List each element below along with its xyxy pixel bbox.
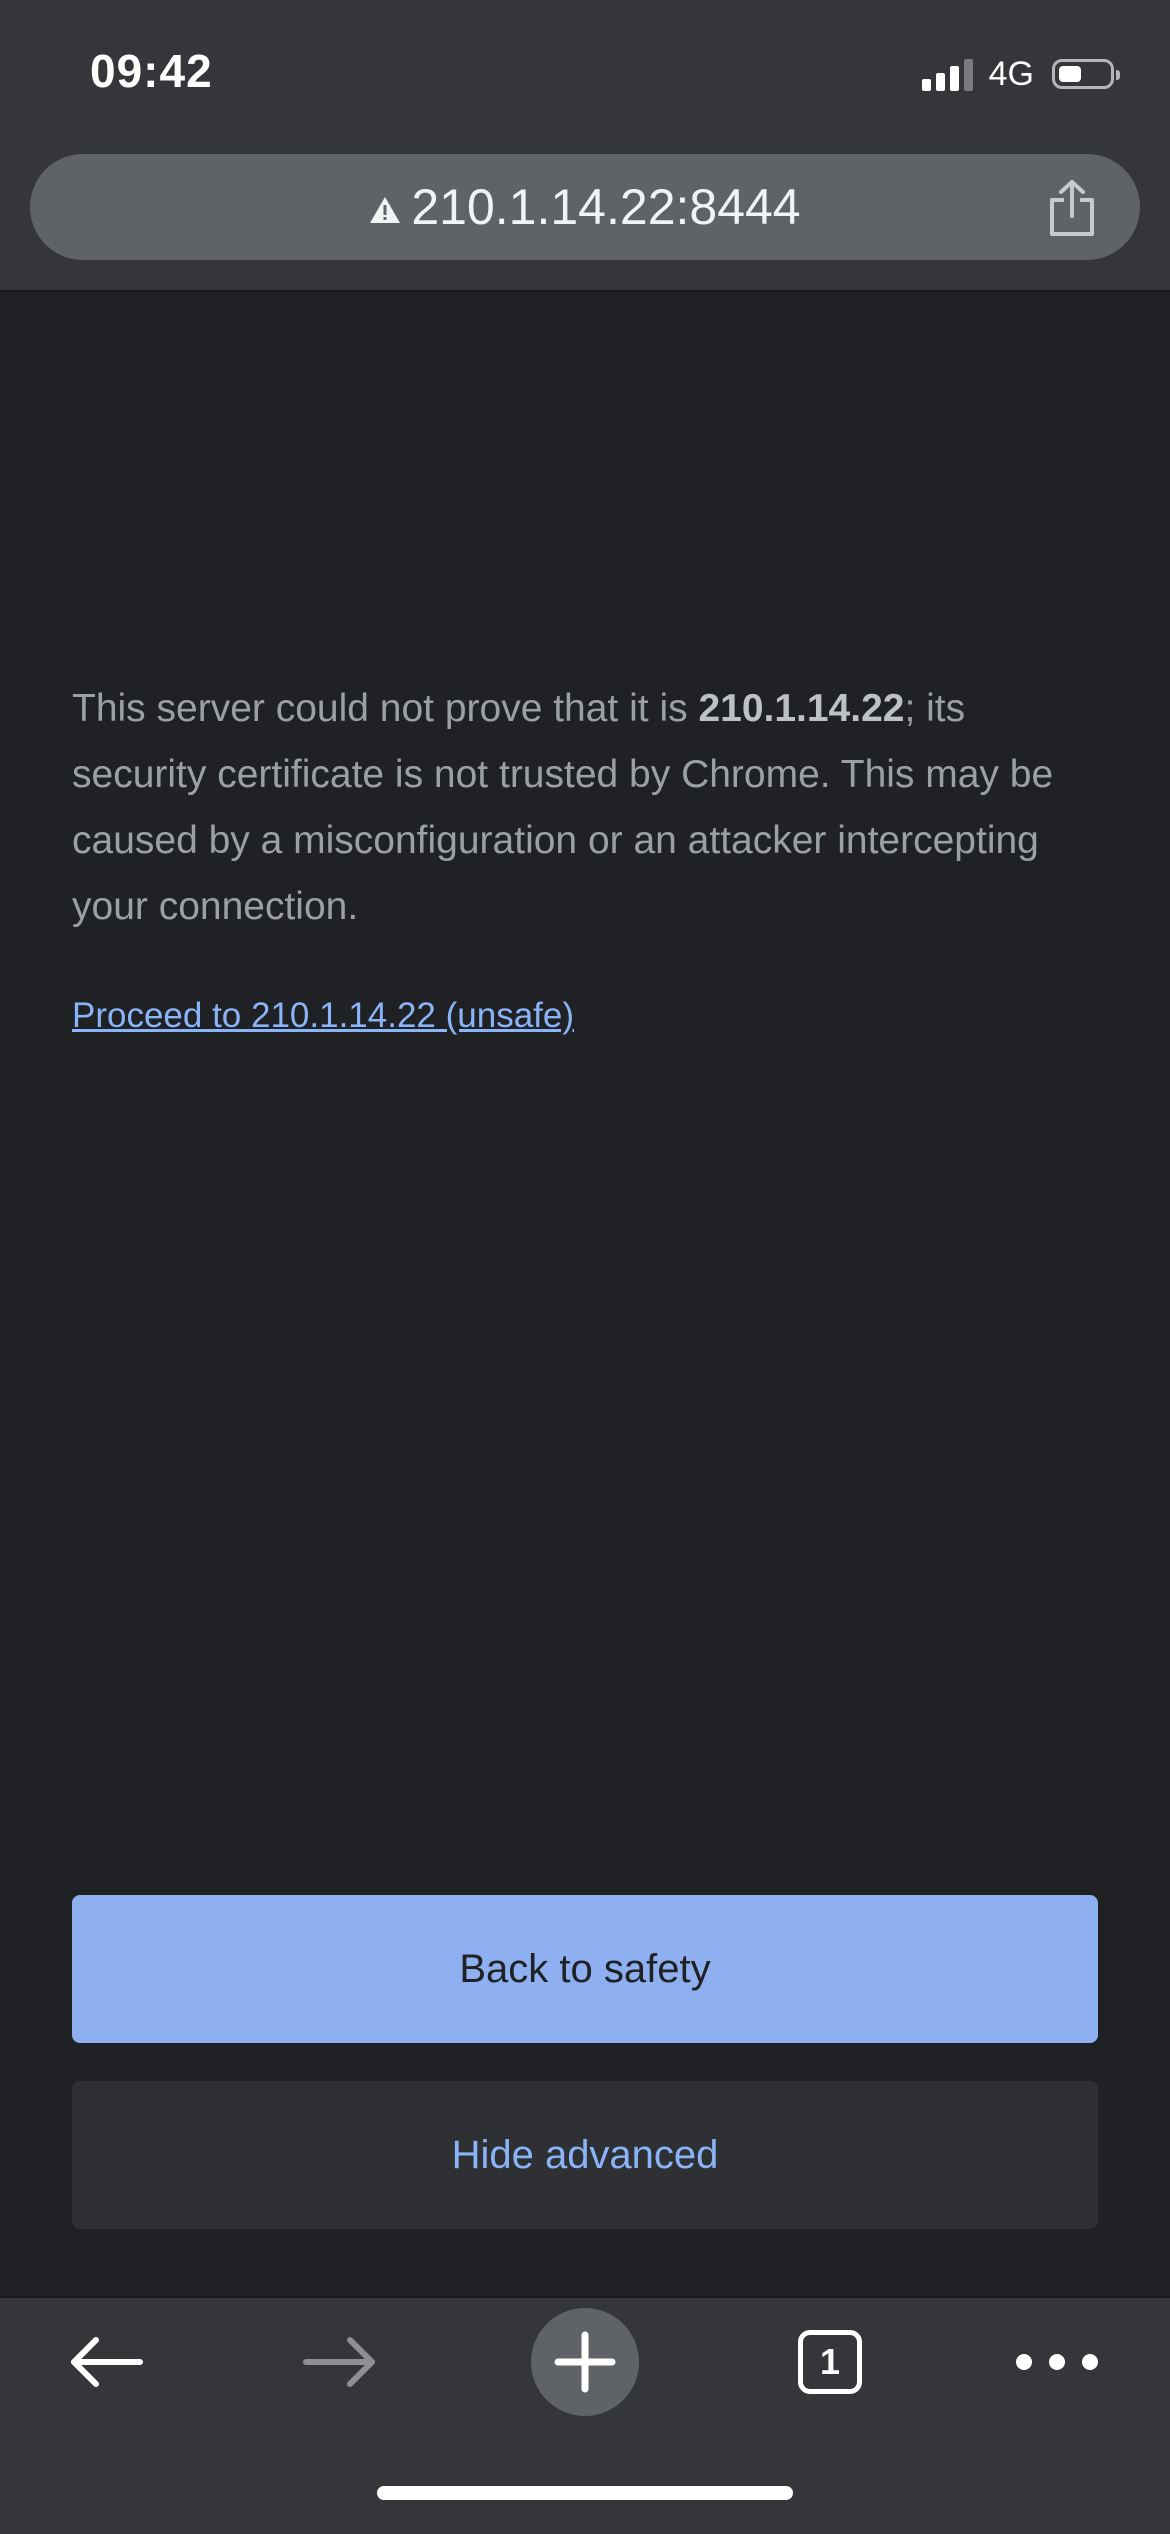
back-to-safety-button[interactable]: Back to safety (72, 1895, 1098, 2043)
error-description: This server could not prove that it is 2… (72, 676, 1102, 940)
home-indicator[interactable] (377, 2486, 793, 2500)
more-icon[interactable] (1002, 2300, 1112, 2424)
network-type: 4G (988, 54, 1034, 93)
tab-count[interactable]: 1 (798, 2330, 862, 2394)
new-tab-button[interactable] (530, 2300, 640, 2424)
url-text[interactable]: 210.1.14.22:8444 (411, 179, 800, 235)
status-indicators: 4G (921, 54, 1120, 94)
message-text-start: This server could not prove that it is (72, 687, 699, 730)
plus-icon[interactable] (530, 2307, 640, 2417)
browser-top-chrome: 09:42 4G 210.1.14.22:8444 (0, 0, 1170, 292)
hide-advanced-button[interactable]: Hide advanced (72, 2081, 1098, 2229)
url-display[interactable]: 210.1.14.22:8444 (30, 154, 1140, 260)
battery-icon (1052, 59, 1120, 89)
cellular-signal-icon (921, 57, 973, 91)
forward-arrow-icon[interactable] (280, 2300, 400, 2424)
message-host: 210.1.14.22 (698, 687, 905, 730)
share-icon[interactable] (1044, 178, 1100, 238)
warning-triangle-icon[interactable] (369, 154, 401, 260)
url-bar[interactable]: 210.1.14.22:8444 (30, 154, 1140, 260)
proceed-unsafe-link[interactable]: Proceed to 210.1.14.22 (unsafe) (72, 996, 574, 1036)
battery-level (1059, 66, 1081, 82)
status-time: 09:42 (90, 45, 213, 97)
tab-switcher-button[interactable]: 1 (780, 2300, 880, 2424)
back-arrow-icon[interactable] (46, 2300, 166, 2424)
